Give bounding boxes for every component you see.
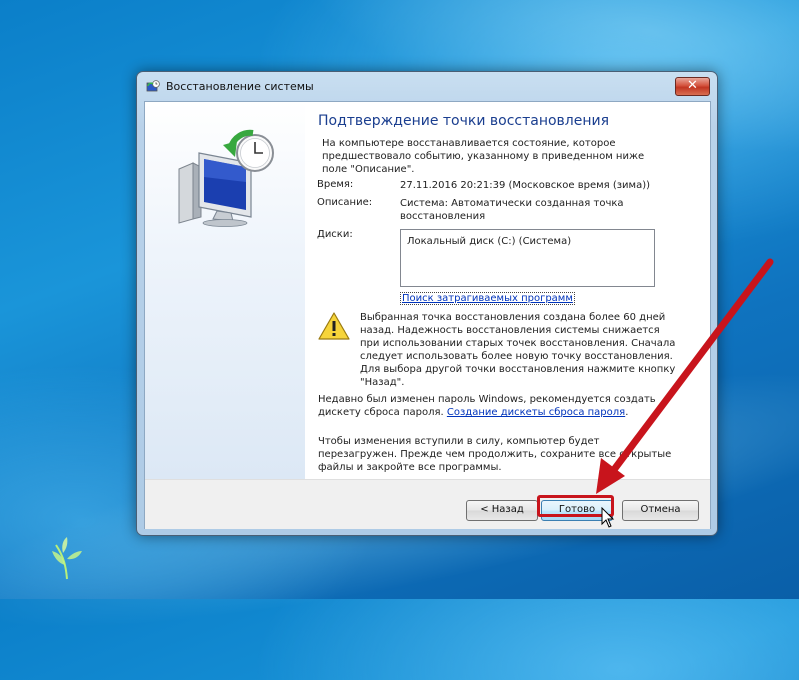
restart-notice: Чтобы изменения вступили в силу, компьют… — [318, 436, 672, 473]
disk-item[interactable]: Локальный диск (C:) (Система) — [407, 236, 571, 247]
disks-label: Диски: — [317, 229, 353, 240]
title-bar[interactable]: Восстановление системы ✕ — [137, 72, 717, 102]
description-label: Описание: — [317, 197, 373, 208]
system-restore-icon — [146, 80, 160, 92]
disks-list[interactable]: Локальный диск (C:) (Система) — [400, 229, 655, 287]
create-reset-disk-link[interactable]: Создание дискеты сброса пароля — [447, 407, 625, 418]
monitor-restore-clock-icon — [178, 129, 274, 227]
time-label: Время: — [317, 179, 354, 190]
wallpaper-logo-icon — [52, 537, 82, 580]
back-button[interactable]: < Назад — [466, 500, 538, 521]
warning-icon — [318, 312, 350, 340]
time-value: 27.11.2016 20:21:39 (Московское время (з… — [400, 180, 651, 191]
password-notice-period: . — [625, 407, 629, 418]
window-title: Восстановление системы — [166, 80, 314, 93]
dialog-client-area: Подтверждение точки восстановления На ко… — [144, 101, 711, 529]
scan-affected-programs-link[interactable]: Поиск затрагиваемых программ — [400, 292, 575, 305]
confirmation-content: Подтверждение точки восстановления На ко… — [305, 102, 710, 479]
button-bar: < Назад Готово Отмена — [145, 479, 710, 529]
warning-text: Выбранная точка восстановления создана б… — [360, 312, 676, 388]
description-value: Система: Автоматически созданная точка в… — [400, 198, 624, 222]
close-button[interactable]: ✕ — [675, 77, 710, 96]
password-notice: Недавно был изменен пароль Windows, реко… — [318, 393, 678, 419]
intro-text: На компьютере восстанавливается состояни… — [322, 138, 645, 175]
cancel-button[interactable]: Отмена — [622, 500, 699, 521]
page-title: Подтверждение точки восстановления — [318, 113, 610, 129]
mouse-cursor-icon — [601, 507, 615, 528]
system-restore-window: Восстановление системы ✕ Подтверждение т… — [136, 71, 718, 536]
close-icon: ✕ — [687, 78, 698, 93]
illustration-panel — [145, 102, 305, 479]
